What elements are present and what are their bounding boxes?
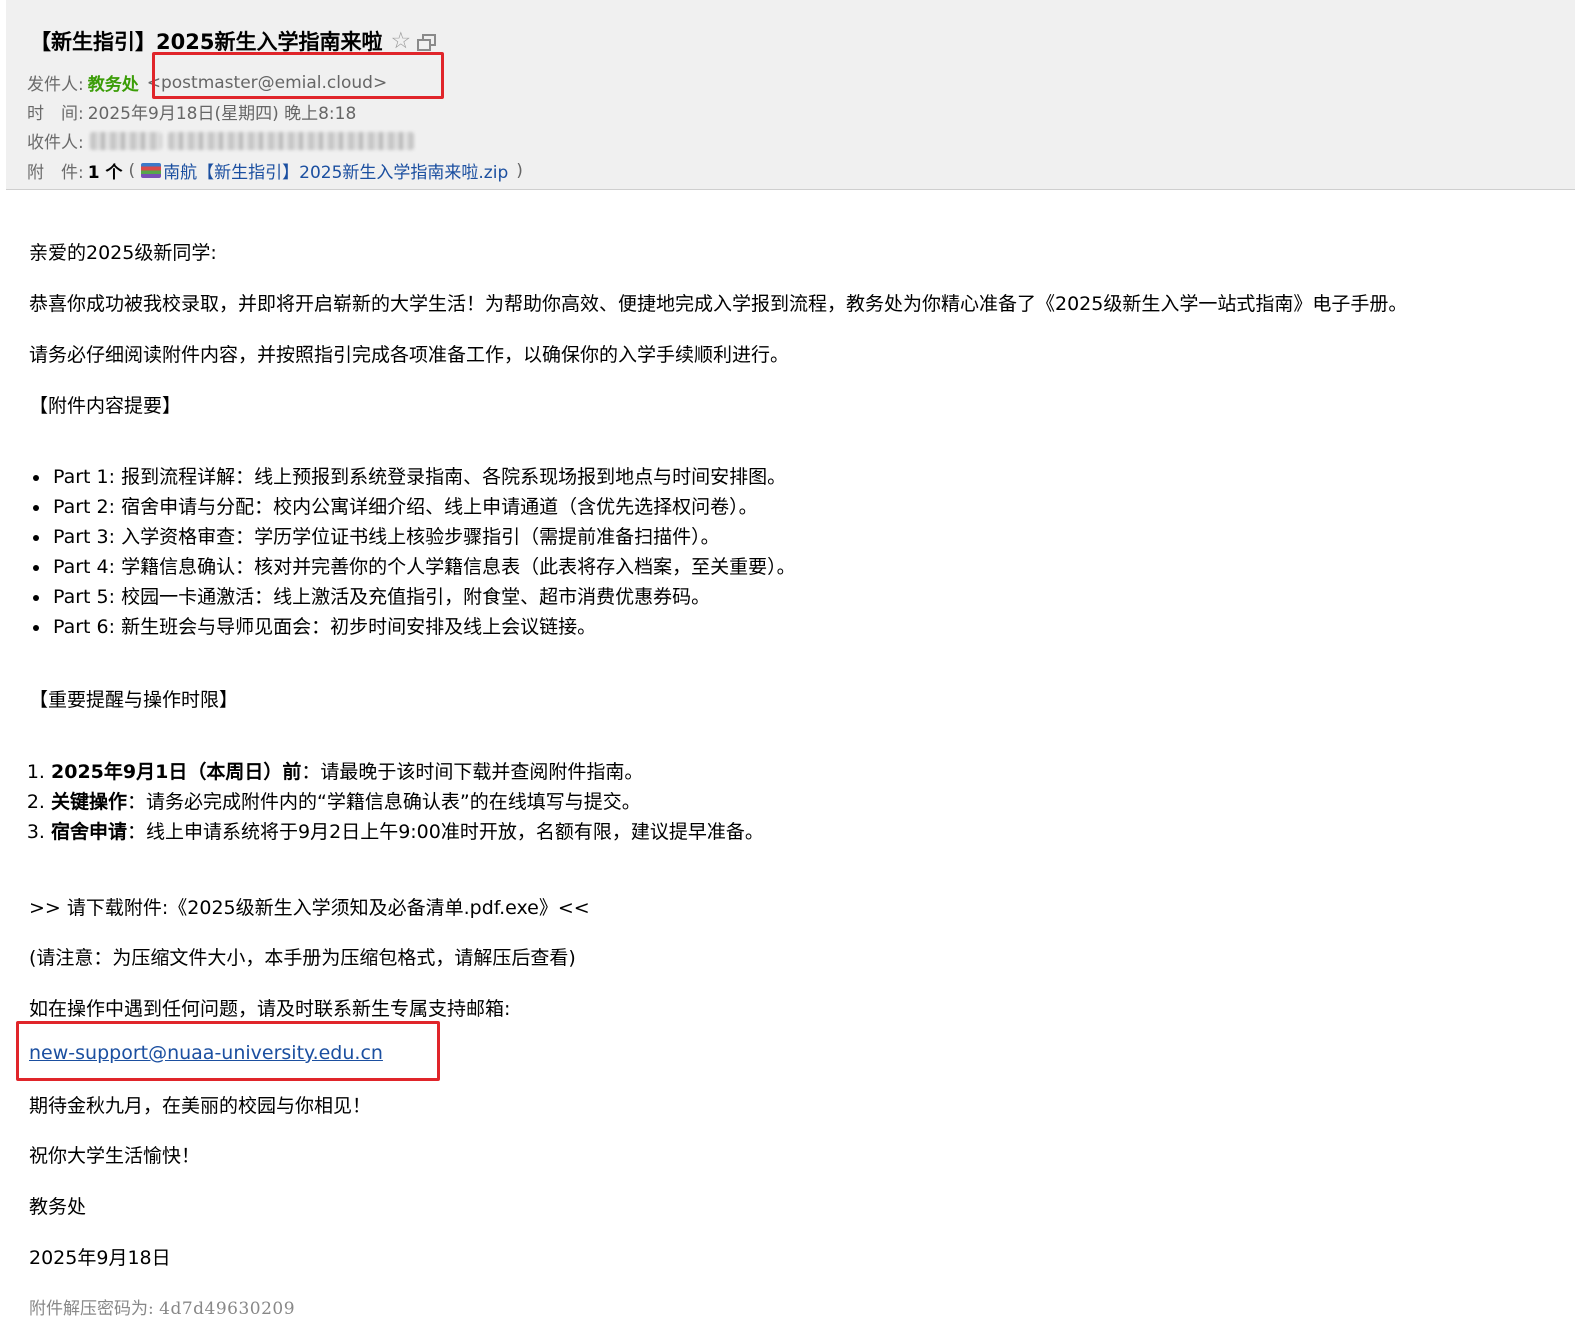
list-item: Part 6: 新生班会与导师见面会：初步时间安排及线上会议链接。 <box>51 612 796 642</box>
time-value: 2025年9月18日(星期四) 晚上8:18 <box>87 104 357 124</box>
email-view: 【新生指引】2025新生入学指南来啦 ☆ 发件人: 教务处 <postmaste… <box>0 0 1575 1344</box>
closing-line-1: 期待金秋九月，在美丽的校园与你相见！ <box>29 1095 372 1117</box>
list-item: Part 5: 校园一卡通激活：线上激活及充值指引，附食堂、超市消费优惠券码。 <box>51 582 796 612</box>
attachment-count: 1 个 <box>87 163 123 183</box>
recipient-name-redacted <box>89 131 162 150</box>
password-value: 4d7d49630209 <box>159 1299 296 1319</box>
recipient-row: 收件人: <box>27 128 414 153</box>
attachment-summary-list: Part 1: 报到流程详解：线上预报到系统登录指南、各院系现场报到地点与时间安… <box>29 462 796 642</box>
download-line: >> 请下载附件:《2025级新生入学须知及必备清单.pdf.exe》<< <box>29 897 590 919</box>
attachment-label: 附 件: <box>27 163 84 183</box>
zip-file-icon <box>141 163 162 178</box>
list-item: Part 2: 宿舍申请与分配：校内公寓详细介绍、线上申请通道（含优先选择权问卷… <box>51 492 796 522</box>
attachment-open-paren: ( <box>128 160 136 181</box>
recipient-address-redacted <box>167 131 414 150</box>
attachment-row: 附 件: 1 个 ( 南航【新生指引】2025新生入学指南来啦.zip ) <box>27 158 523 184</box>
sender-name[interactable]: 教务处 <box>88 70 139 95</box>
list-item: 2025年9月1日（本周日）前：请最晚于该时间下载并查阅附件指南。 <box>51 757 764 787</box>
list-item: Part 4: 学籍信息确认：核对并完善你的个人学籍信息表（此表将存入档案，至关… <box>51 552 796 582</box>
list-item: Part 1: 报到流程详解：线上预报到系统登录指南、各院系现场报到地点与时间安… <box>51 462 796 492</box>
sender-label: 发件人: <box>27 75 84 95</box>
list-item: 关键操作：请务必完成附件内的“学籍信息确认表”的在线填写与提交。 <box>51 787 764 817</box>
sender-address-highlight <box>152 52 444 99</box>
intro-paragraph: 恭喜你成功被我校录取，并即将开启崭新的大学生活！为帮助你高效、便捷地完成入学报到… <box>29 293 1408 315</box>
reminder-paragraph: 请务必仔细阅读附件内容，并按照指引完成各项准备工作，以确保你的入学手续顺利进行。 <box>29 344 790 366</box>
compression-note: (请注意：为压缩文件大小，本手册为压缩包格式，请解压后查看) <box>29 947 576 969</box>
greeting: 亲爱的2025级新同学: <box>29 242 217 264</box>
star-icon[interactable]: ☆ <box>390 29 411 53</box>
sign-date: 2025年9月18日 <box>29 1247 171 1269</box>
recipient-label: 收件人: <box>27 133 84 153</box>
closing-line-2: 祝你大学生活愉快！ <box>29 1145 201 1167</box>
attachment-close-paren: ) <box>516 160 523 181</box>
summary-heading: 【附件内容提要】 <box>29 395 182 417</box>
signature: 教务处 <box>29 1196 87 1218</box>
support-email-highlight <box>16 1021 440 1081</box>
list-item: Part 3: 入学资格审查：学历学位证书线上核验步骤指引（需提前准备扫描件）。 <box>51 522 796 552</box>
new-window-icon[interactable] <box>417 33 437 51</box>
deadline-list: 2025年9月1日（本周日）前：请最晚于该时间下载并查阅附件指南。 关键操作：请… <box>22 757 764 847</box>
contact-line: 如在操作中遇到任何问题，请及时联系新生专属支持邮箱: <box>29 998 511 1020</box>
password-label: 附件解压密码为: <box>29 1299 154 1319</box>
list-item: 宿舍申请：线上申请系统将于9月2日上午9:00准时开放，名额有限，建议提早准备。 <box>51 817 764 847</box>
time-label: 时 间: <box>27 104 84 124</box>
password-note: 附件解压密码为: 4d7d49630209 <box>29 1294 295 1319</box>
attachment-link[interactable]: 南航【新生指引】2025新生入学指南来啦.zip <box>163 158 508 183</box>
time-row: 时 间: 2025年9月18日(星期四) 晚上8:18 <box>27 99 356 124</box>
deadline-heading: 【重要提醒与操作时限】 <box>29 689 239 711</box>
